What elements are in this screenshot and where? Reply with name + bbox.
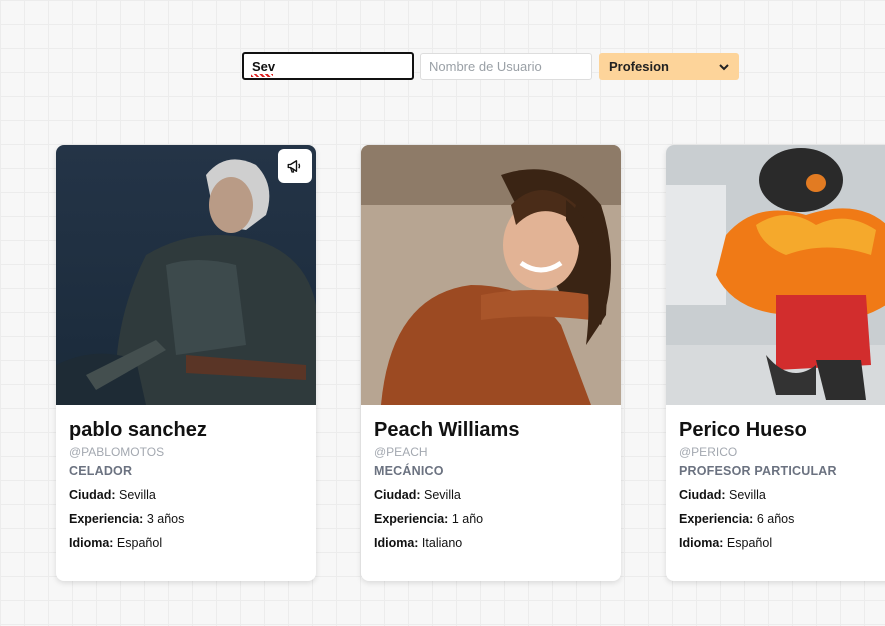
profile-photo — [361, 145, 621, 405]
experience-value: 1 año — [448, 512, 484, 526]
profile-card[interactable]: Peach Williams @PEACH MECÁNICO Ciudad: S… — [361, 145, 621, 581]
city-label: Ciudad: — [374, 488, 421, 502]
city-row: Ciudad: Sevilla — [69, 488, 303, 502]
profile-name: pablo sanchez — [69, 419, 207, 441]
profile-profession: PROFESOR PARTICULAR — [679, 464, 837, 478]
experience-label: Experiencia: — [679, 512, 754, 526]
language-value: Español — [113, 536, 163, 550]
city-label: Ciudad: — [69, 488, 116, 502]
city-value: Sevilla — [420, 488, 461, 502]
profile-photo — [56, 145, 316, 405]
experience-row: Experiencia: 1 año — [374, 512, 608, 526]
city-row: Ciudad: Sevilla — [679, 488, 885, 502]
language-row: Idioma: Italiano — [374, 536, 608, 550]
language-row: Idioma: Español — [69, 536, 303, 550]
profile-profession: MECÁNICO — [374, 464, 444, 478]
profile-info: Peach Williams @PEACH MECÁNICO Ciudad: S… — [361, 405, 621, 564]
profile-profession: CELADOR — [69, 464, 133, 478]
witcher-portrait-image — [56, 145, 316, 405]
experience-label: Experiencia: — [69, 512, 144, 526]
promote-button[interactable] — [278, 149, 312, 183]
parrot-costume-image — [666, 145, 885, 405]
profile-handle: @PABLOMOTOS — [69, 445, 165, 459]
language-row: Idioma: Español — [679, 536, 885, 550]
profile-name: Peach Williams — [374, 419, 520, 441]
profile-name: Perico Hueso — [679, 419, 807, 441]
experience-value: 6 años — [753, 512, 795, 526]
woman-portrait-image — [361, 145, 621, 405]
city-value: Sevilla — [725, 488, 766, 502]
profile-card[interactable]: pablo sanchez @PABLOMOTOS CELADOR Ciudad… — [56, 145, 316, 581]
profile-photo — [666, 145, 885, 405]
profile-info: pablo sanchez @PABLOMOTOS CELADOR Ciudad… — [56, 405, 316, 564]
profile-info: Perico Hueso @PERICO PROFESOR PARTICULAR… — [666, 405, 885, 564]
chevron-down-icon — [719, 63, 729, 70]
megaphone-icon — [287, 160, 301, 173]
profile-handle: @PERICO — [679, 445, 738, 459]
language-label: Idioma: — [69, 536, 114, 550]
spellcheck-underline — [251, 74, 273, 77]
city-label: Ciudad: — [679, 488, 726, 502]
city-value: Sevilla — [115, 488, 156, 502]
language-value: Italiano — [418, 536, 463, 550]
experience-label: Experiencia: — [374, 512, 449, 526]
city-row: Ciudad: Sevilla — [374, 488, 608, 502]
language-label: Idioma: — [374, 536, 419, 550]
profession-select-value: Profesion — [609, 59, 669, 74]
username-search-input[interactable] — [420, 53, 592, 80]
language-value: Español — [723, 536, 773, 550]
profile-card[interactable]: Perico Hueso @PERICO PROFESOR PARTICULAR… — [666, 145, 885, 581]
experience-row: Experiencia: 6 años — [679, 512, 885, 526]
language-label: Idioma: — [679, 536, 724, 550]
profession-select[interactable]: Profesion — [599, 53, 739, 80]
experience-row: Experiencia: 3 años — [69, 512, 303, 526]
experience-value: 3 años — [143, 512, 185, 526]
profile-handle: @PEACH — [374, 445, 428, 459]
